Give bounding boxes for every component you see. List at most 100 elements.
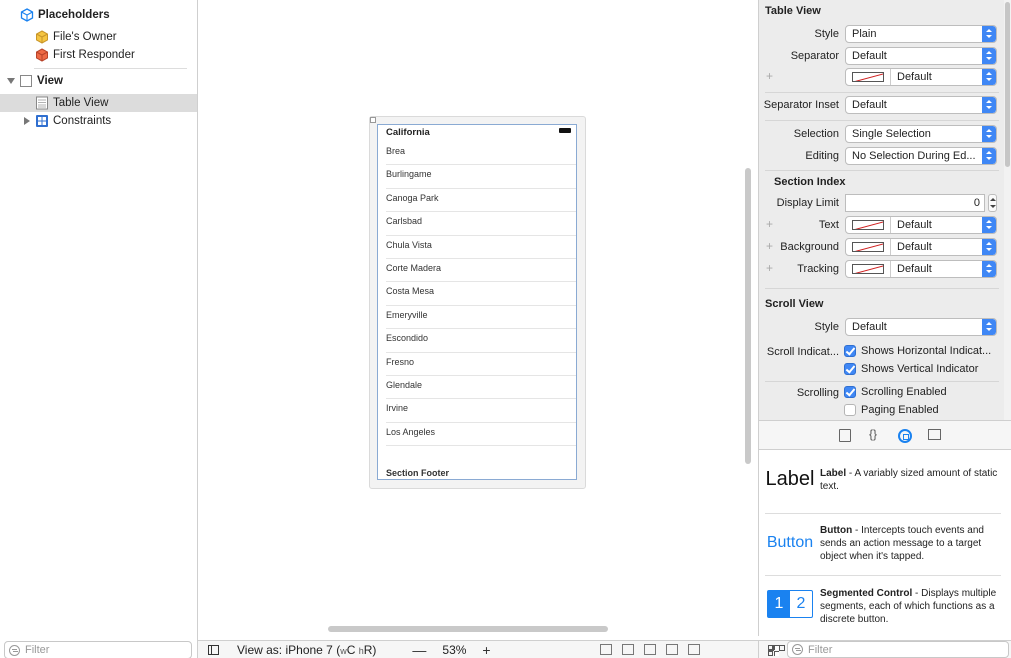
inspector-divider [765,381,999,382]
disclosure-triangle-down-icon[interactable] [6,76,16,86]
editing-label: Editing [805,150,839,162]
scene-handle[interactable] [370,117,376,123]
add-constraints-icon[interactable] [665,644,678,655]
toggle-outline-icon[interactable] [208,644,219,655]
table-cell[interactable]: Carlsbad [386,216,576,226]
disclosure-triangle-right-icon[interactable] [22,116,32,126]
checkbox-checked-icon [844,363,856,375]
resolve-issues-icon[interactable] [687,644,700,655]
outline-files-owner[interactable]: File's Owner [0,28,197,46]
popup-arrows-icon [982,148,996,164]
library-divider [765,575,1001,576]
object-library-tab-icon[interactable] [898,429,912,443]
style-popup[interactable]: Plain [845,25,997,43]
table-cell[interactable]: Chula Vista [386,240,576,250]
cell-separator [386,375,576,376]
filter-icon [792,644,803,655]
table-cell[interactable]: Irvine [386,403,576,413]
separator-popup[interactable]: Default [845,47,997,65]
color-swatch-icon [852,264,884,274]
library-filter-field[interactable]: Filter [787,641,1009,658]
scroll-style-popup[interactable]: Default [845,318,997,336]
table-cell[interactable]: Escondido [386,333,576,343]
checkbox-unchecked-icon [844,404,856,416]
editing-popup[interactable]: No Selection During Ed... [845,147,997,165]
size-class-r: R) [363,642,377,657]
grid-view-icon[interactable] [768,645,785,656]
separator-color-value: Default [897,71,932,83]
table-cell[interactable]: Canoga Park [386,193,576,203]
table-cell[interactable]: Emeryville [386,310,576,320]
scrolling-enabled-checkbox[interactable]: Scrolling Enabled [844,386,1004,398]
tracking-color-plus-button[interactable]: + [766,261,773,275]
table-cell[interactable]: Brea [386,146,576,156]
inspector-scroll-thumb[interactable] [1005,2,1010,167]
code-snippet-tab-icon[interactable]: {} [869,427,885,441]
media-library-tab-icon[interactable] [928,429,941,440]
table-cell[interactable]: Fresno [386,357,576,367]
display-limit-field[interactable]: 0 [845,194,985,212]
separator-inset-popup[interactable]: Default [845,96,997,114]
display-limit-stepper[interactable] [988,194,997,212]
library-item-label[interactable]: Label Label - A variably sized amount of… [759,462,1011,524]
outline-placeholders[interactable]: Placeholders [0,6,197,24]
separator-color-popup[interactable]: Default [845,68,997,86]
update-frames-icon[interactable] [599,644,612,655]
library-item-description: Label - A variably sized amount of stati… [820,467,1000,493]
view-as-device[interactable]: View as: iPhone 7 (wC hR) [237,643,376,657]
library-item-segmented-control[interactable]: 12 Segmented Control - Displays multiple… [759,580,1011,636]
shows-vertical-checkbox[interactable]: Shows Vertical Indicator [844,363,1004,375]
canvas-vertical-scrollbar[interactable] [745,168,751,464]
color-swatch-icon [852,220,884,230]
embed-in-stack-icon[interactable] [621,644,634,655]
outline-constraints[interactable]: Constraints [0,112,197,130]
inspector-divider [765,92,999,93]
view-as-label: View as: iPhone 7 [237,642,333,657]
cell-separator [386,304,576,306]
scroll-indicators-label: Scroll Indicat... [766,346,839,358]
align-icon[interactable] [643,644,656,655]
outline-first-responder[interactable]: First Responder [0,46,197,64]
interface-builder-canvas[interactable]: California Section Footer Brea Burlingame… [198,0,758,658]
shows-horizontal-checkbox[interactable]: Shows Horizontal Indicat... [844,345,1004,357]
outline-first-responder-label: First Responder [53,49,135,61]
outline-view[interactable]: View [0,72,197,90]
inspector-scrollbar[interactable] [1004,0,1011,420]
style-value: Plain [852,28,877,40]
document-outline: Placeholders File's Owner First Responde… [0,0,198,658]
table-cell[interactable]: Costa Mesa [386,286,576,296]
cell-separator [386,187,576,189]
tracking-color-popup[interactable]: Default [845,260,997,278]
paging-enabled-checkbox[interactable]: Paging Enabled [844,404,1004,416]
style-label: Style [814,28,839,40]
library-item-name: Label [820,468,847,479]
separator-color-plus-button[interactable]: + [766,69,773,83]
canvas-horizontal-scrollbar[interactable] [328,626,608,632]
background-color-popup[interactable]: Default [845,238,997,256]
selection-popup[interactable]: Single Selection [845,125,997,143]
label-preview-icon: Label [765,468,815,490]
zoom-in-button[interactable]: + [482,642,490,658]
table-view-preview[interactable]: California Section Footer Brea Burlingame… [377,124,577,480]
outline-table-view[interactable]: Table View [0,94,197,112]
outline-divider [34,68,187,69]
background-color-plus-button[interactable]: + [766,239,773,253]
inspector-divider [765,120,999,121]
outline-filter-field[interactable]: Filter [4,641,192,658]
library-item-button[interactable]: Button Button - Intercepts touch events … [759,518,1011,580]
table-cell[interactable]: Burlingame [386,169,576,179]
text-color-popup[interactable]: Default [845,216,997,234]
outline-placeholders-label: Placeholders [38,9,110,21]
zoom-level: 53% [442,642,467,657]
table-cell[interactable]: Corte Madera [386,263,576,273]
popup-arrows-icon [982,48,996,64]
text-color-plus-button[interactable]: + [766,217,773,231]
cell-separator [386,258,576,259]
table-cell[interactable]: Glendale [386,380,576,390]
scrolling-label: Scrolling [796,387,839,399]
scroll-style-value: Default [852,321,887,333]
battery-icon [559,128,571,133]
zoom-out-button[interactable]: — [412,642,426,658]
file-template-tab-icon[interactable] [839,429,851,442]
table-cell[interactable]: Los Angeles [386,427,576,437]
